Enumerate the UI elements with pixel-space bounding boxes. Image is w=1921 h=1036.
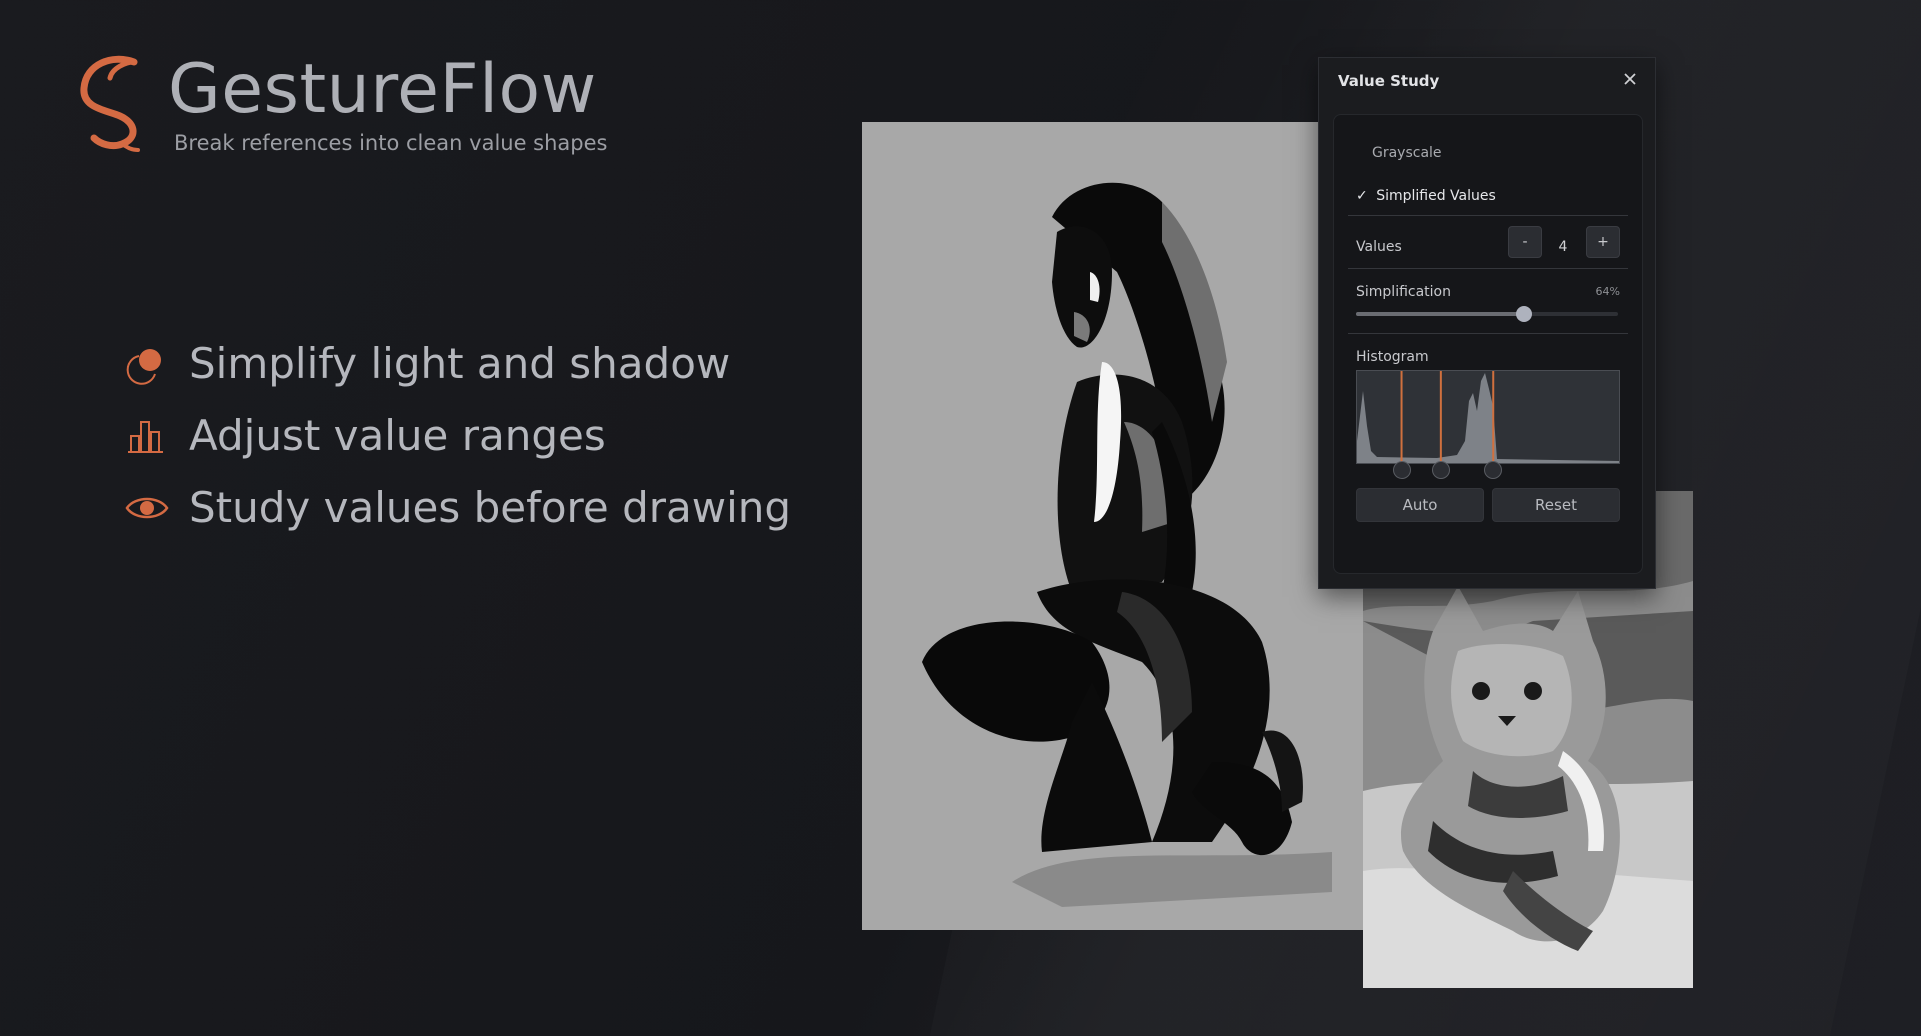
brand-tagline: Break references into clean value shapes: [174, 131, 608, 155]
feature-item: Adjust value ranges: [125, 404, 765, 476]
values-count: 4: [1558, 239, 1568, 255]
panel-title: Value Study: [1338, 72, 1440, 90]
brand-title: GestureFlow: [168, 50, 597, 129]
brand-header: GestureFlow Break references into clean …: [76, 50, 608, 160]
bar-chart-icon: [128, 421, 163, 453]
figure-kneeling-reference: [862, 122, 1374, 930]
slider-thumb[interactable]: [1515, 306, 1532, 322]
feature-item: Study values before drawing: [125, 476, 791, 548]
values-increment-button[interactable]: +: [1586, 226, 1620, 258]
feature-text: Study values before drawing: [189, 483, 792, 532]
mode-option-grayscale[interactable]: Grayscale: [1372, 145, 1442, 161]
reset-button[interactable]: Reset: [1492, 488, 1620, 522]
simplification-label: Simplification: [1356, 284, 1451, 300]
slider-fill: [1356, 312, 1524, 316]
histogram-handle-2[interactable]: [1431, 461, 1450, 479]
value-study-panel: Value Study Grayscale ✓ Simplified Value…: [1318, 57, 1656, 589]
histogram-handle-3[interactable]: [1484, 461, 1503, 479]
mode-option-simplified-values[interactable]: ✓ Simplified Values: [1356, 188, 1496, 204]
divider: [1348, 333, 1628, 334]
divider: [1348, 215, 1628, 216]
divider: [1348, 268, 1628, 269]
feature-list: Simplify light and shadow Adjust value r…: [125, 332, 791, 548]
feature-item: Simplify light and shadow: [125, 332, 765, 404]
mode-label: Grayscale: [1372, 145, 1442, 161]
simplification-value: 64%: [1595, 285, 1620, 298]
swirl-s-logo-icon: [80, 55, 140, 152]
histogram-label: Histogram: [1356, 349, 1429, 365]
check-icon: ✓: [1356, 188, 1368, 204]
mode-label: Simplified Values: [1376, 188, 1496, 204]
auto-button[interactable]: Auto: [1356, 488, 1484, 522]
close-icon: [1624, 73, 1636, 85]
simplification-slider[interactable]: [1356, 306, 1618, 322]
histogram-chart[interactable]: [1356, 370, 1620, 464]
histogram-graph: [1357, 371, 1619, 463]
values-label: Values: [1356, 239, 1402, 255]
close-button[interactable]: [1619, 68, 1641, 90]
panel-header: Value Study: [1319, 58, 1655, 102]
histogram-handles: [1356, 461, 1618, 479]
panel-body: Grayscale ✓ Simplified Values Values - 4…: [1333, 114, 1643, 574]
histogram-handle-1[interactable]: [1392, 461, 1411, 479]
eye-icon: [125, 497, 169, 519]
feature-text: Simplify light and shadow: [189, 339, 731, 388]
light-shadow-icon: [126, 349, 161, 385]
values-decrement-button[interactable]: -: [1508, 226, 1542, 258]
feature-text: Adjust value ranges: [189, 411, 606, 460]
